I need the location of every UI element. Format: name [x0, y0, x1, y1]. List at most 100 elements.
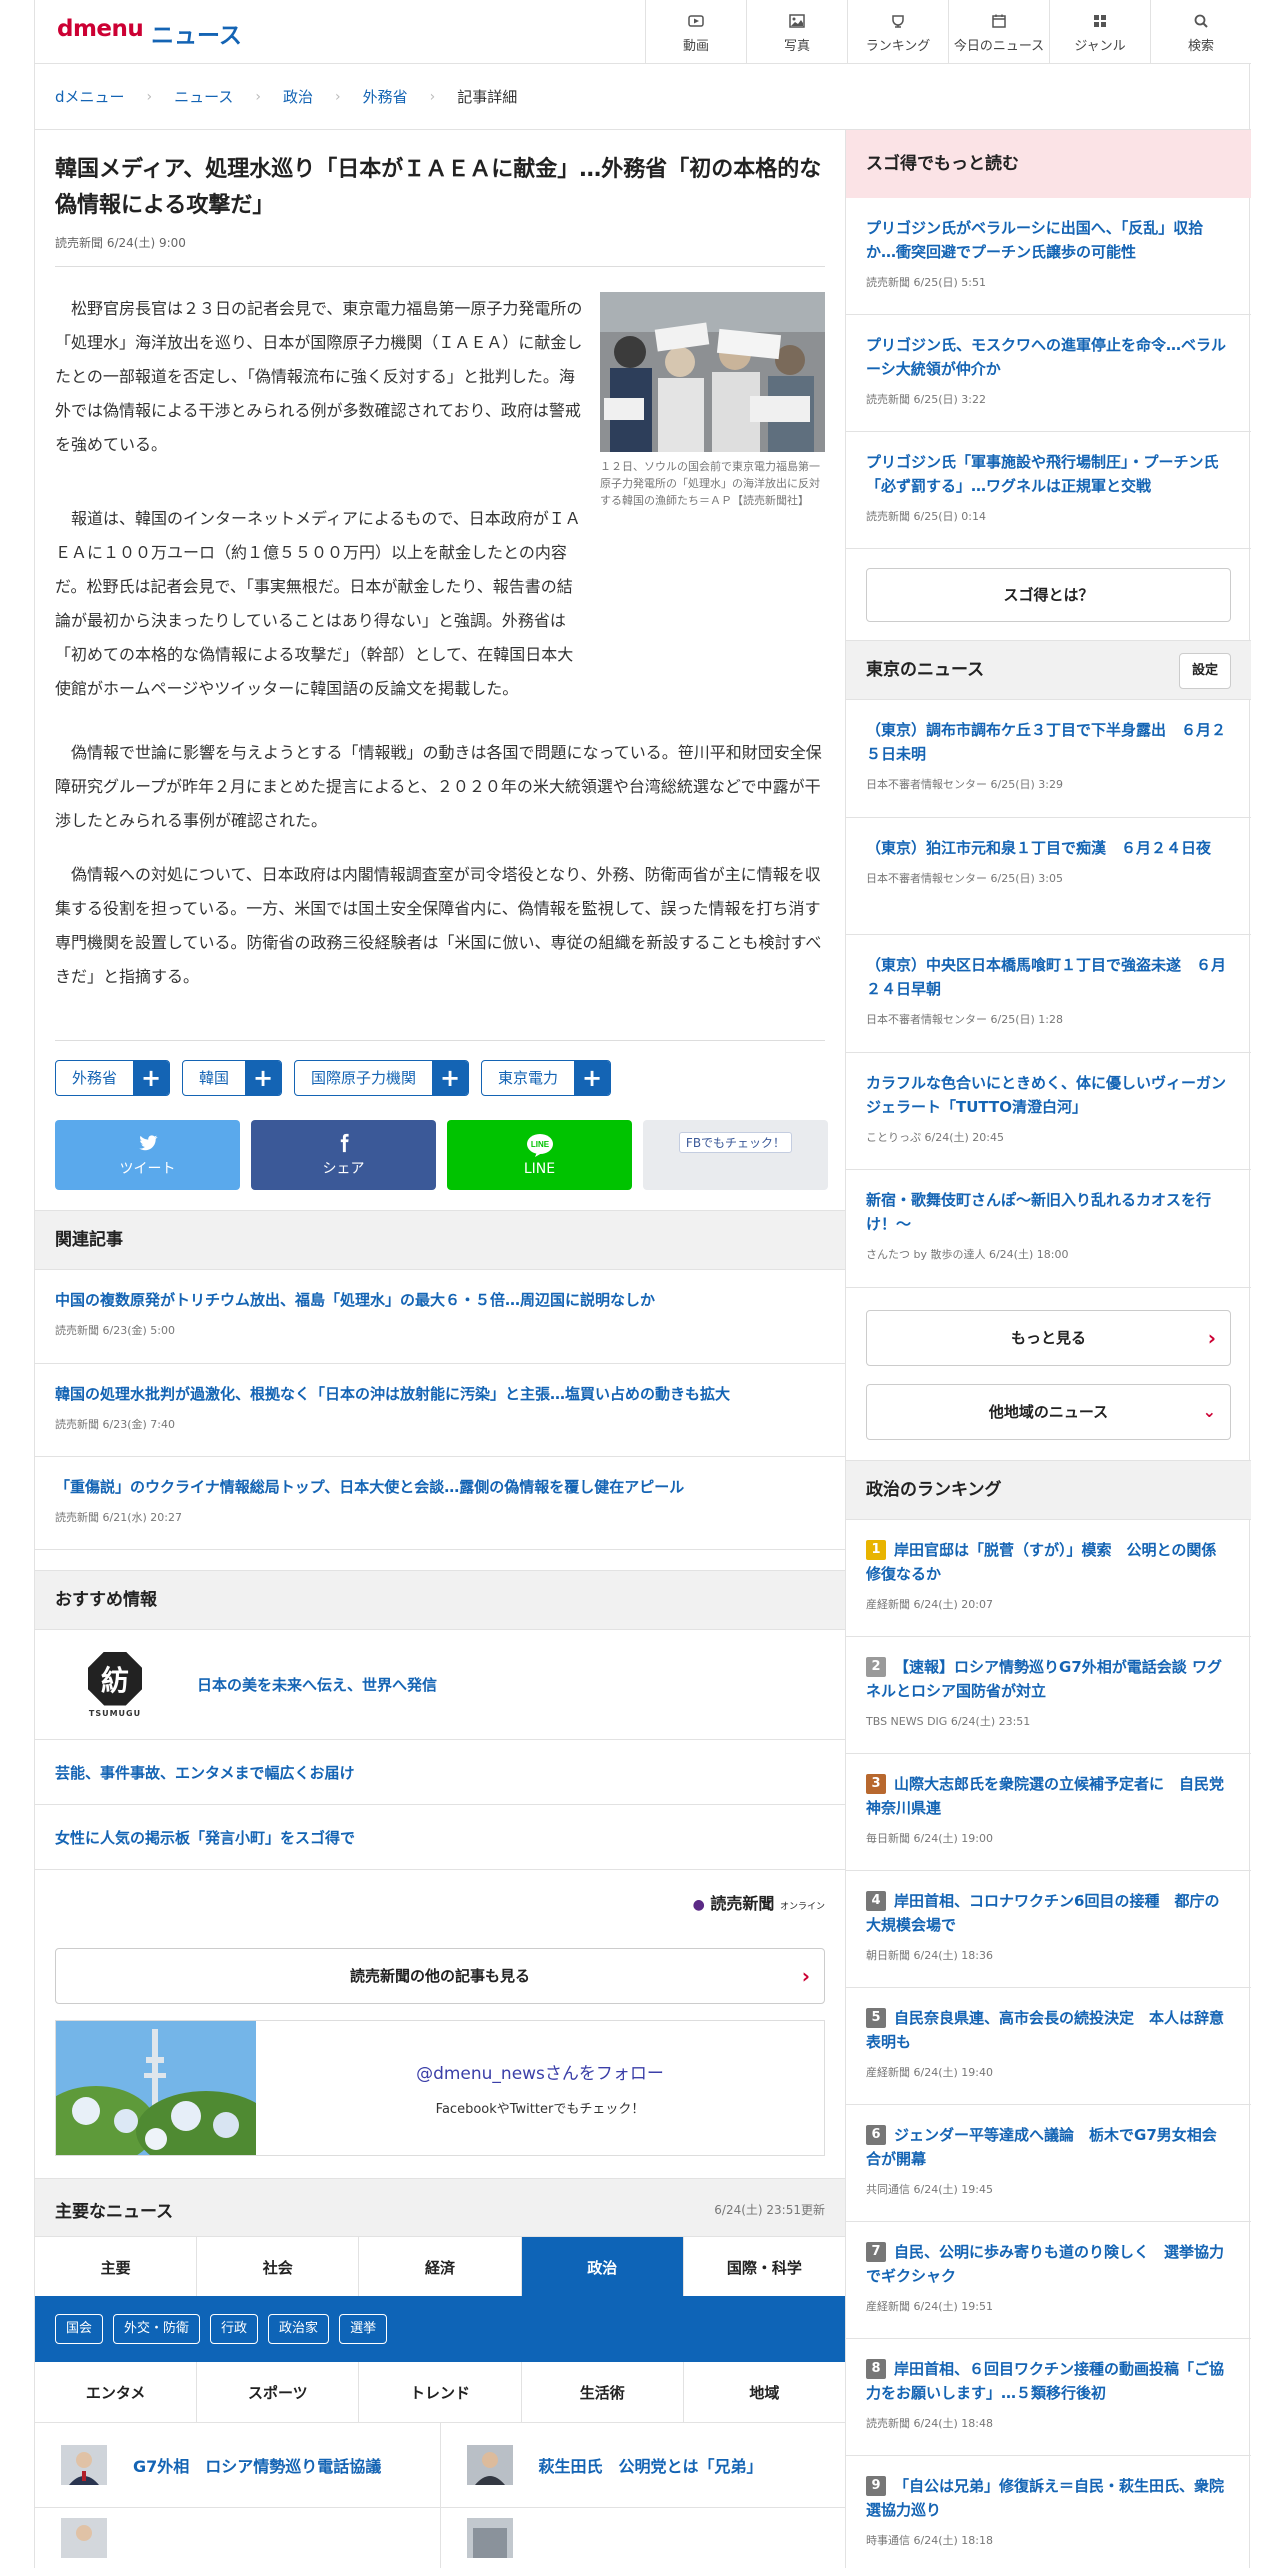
sugotoku-title[interactable]: プリゴジン氏「軍事施設や飛行場制圧」・プーチン氏「必ず罰する」…ワグネルは正規軍… — [866, 450, 1231, 498]
tokyo-news-title[interactable]: 新宿・歌舞伎町さんぽ～新旧入り乱れるカオスを行け！～ — [866, 1188, 1231, 1236]
recommend-item[interactable]: 芸能、事件事故、エンタメまで幅広くお届け — [35, 1740, 845, 1805]
site-title[interactable]: ニュース — [151, 16, 242, 50]
tokyo-news-title[interactable]: （東京）中央区日本橋馬喰町１丁目で強盗未遂 ６月２４日早朝 — [866, 953, 1231, 1001]
recommend-label[interactable]: 日本の美を未来へ伝え、世界へ発信 — [197, 1674, 437, 1695]
subtab-diet[interactable]: 国会 — [55, 2314, 104, 2344]
facebook-share-button[interactable]: シェア — [251, 1120, 436, 1190]
sugotoku-item[interactable]: プリゴジン氏、モスクワへの進軍停止を命令…ベラルーシ大統領が仲介か 読売新聞 6… — [846, 315, 1251, 432]
sugotoku-title[interactable]: プリゴジン氏がベラルーシに出国へ、「反乱」収拾か…衝突回避でプーチン氏譲歩の可能… — [866, 216, 1231, 264]
main-news-item[interactable]: G7外相 ロシア情勢巡り電話協議 — [35, 2422, 441, 2507]
tokyo-news-title[interactable]: （東京）狛江市元和泉１丁目で痴漢 ６月２４日夜 — [866, 836, 1231, 860]
ranking-title[interactable]: 6 ジェンダー平等達成へ議論 栃木でG7男女相会合が開幕 — [866, 2123, 1231, 2171]
tab-main[interactable]: 主要 — [35, 2237, 198, 2297]
ranking-title-text[interactable]: ジェンダー平等達成へ議論 栃木でG7男女相会合が開幕 — [866, 2126, 1217, 2168]
tab-region[interactable]: 地域 — [684, 2362, 845, 2422]
tab-sports[interactable]: スポーツ — [197, 2362, 360, 2422]
ranking-item[interactable]: 2 【速報】ロシア情勢巡りG7外相が電話会談 ワグネルとロシア国防省が対立 TBS … — [846, 1637, 1251, 1754]
fb-check-button[interactable]: FBでもチェック！ — [643, 1120, 828, 1190]
tweet-button[interactable]: ツイート — [55, 1120, 240, 1190]
dmenu-logo[interactable]: dmenu — [57, 16, 144, 42]
ranking-title-text[interactable]: 岸田首相、コロナワクチン6回目の接種 都庁の大規模会場で — [866, 1892, 1219, 1934]
tab-entertainment[interactable]: エンタメ — [35, 2362, 198, 2422]
main-news-title[interactable]: 萩生田氏 公明党とは「兄弟」 — [539, 2453, 763, 2477]
ranking-item[interactable]: 7 自民、公明に歩み寄りも道のり険しく 選挙協力でギクシャク 産経新聞 6/24(土… — [846, 2222, 1251, 2339]
line-share-button[interactable]: LINE LINE — [447, 1120, 632, 1190]
ranking-title[interactable]: 4 岸田首相、コロナワクチン6回目の接種 都庁の大規模会場で — [866, 1889, 1231, 1937]
ranking-title[interactable]: 5 自民奈良県連、高市会長の続投決定 本人は辞意表明も — [866, 2006, 1231, 2054]
ranking-title[interactable]: 9 「自公は兄弟」修復訴え＝自民・萩生田氏、衆院選協力巡り — [866, 2474, 1231, 2522]
tokyo-news-item[interactable]: （東京）中央区日本橋馬喰町１丁目で強盗未遂 ６月２４日早朝 日本不審者情報センタ… — [846, 935, 1251, 1053]
ranking-title[interactable]: 7 自民、公明に歩み寄りも道のり険しく 選挙協力でギクシャク — [866, 2240, 1231, 2288]
ranking-title[interactable]: 1 岸田官邸は「脱菅（すが）」模索 公明との関係修復なるか — [866, 1538, 1231, 1586]
related-item[interactable]: 中国の複数原発がトリチウム放出、福島「処理水」の最大６・５倍…周辺国に説明なしか… — [35, 1270, 845, 1364]
tab-society[interactable]: 社会 — [197, 2237, 360, 2297]
breadcrumb-news[interactable]: ニュース — [174, 86, 233, 107]
other-region-button[interactable]: 他地域のニュース ⌄ — [866, 1384, 1231, 1440]
tab-economy[interactable]: 経済 — [359, 2237, 522, 2297]
tag-iaea[interactable]: 国際原子力機関 + — [294, 1060, 470, 1096]
nav-search[interactable]: 検索 — [1150, 0, 1251, 64]
plus-icon[interactable]: + — [133, 1061, 170, 1095]
nav-video[interactable]: 動画 — [645, 0, 746, 64]
tokyo-news-item[interactable]: （東京）狛江市元和泉１丁目で痴漢 ６月２４日夜 日本不審者情報センター 6/25… — [846, 818, 1251, 935]
sugotoku-item[interactable]: プリゴジン氏がベラルーシに出国へ、「反乱」収拾か…衝突回避でプーチン氏譲歩の可能… — [846, 198, 1251, 315]
tokyo-news-title[interactable]: （東京）調布市調布ケ丘３丁目で下半身露出 ６月２５日未明 — [866, 718, 1231, 766]
tokyo-news-title[interactable]: カラフルな色合いにときめく、体に優しいヴィーガンジェラート「TUTTO清澄白河」 — [866, 1071, 1231, 1119]
plus-icon[interactable]: + — [432, 1061, 469, 1095]
ranking-item[interactable]: 5 自民奈良県連、高市会長の続投決定 本人は辞意表明も 産経新聞 6/24(土) 1… — [846, 1988, 1251, 2105]
main-news-title[interactable]: G7外相 ロシア情勢巡り電話協議 — [133, 2453, 381, 2477]
ranking-title-text[interactable]: 【速報】ロシア情勢巡りG7外相が電話会談 ワグネルとロシア国防省が対立 — [866, 1658, 1222, 1700]
ranking-item[interactable]: 6 ジェンダー平等達成へ議論 栃木でG7男女相会合が開幕 共同通信 6/24(土) … — [846, 2105, 1251, 2222]
breadcrumb-politics[interactable]: 政治 — [283, 86, 313, 107]
sugotoku-item[interactable]: プリゴジン氏「軍事施設や飛行場制圧」・プーチン氏「必ず罰する」…ワグネルは正規軍… — [846, 432, 1251, 549]
ranking-title-text[interactable]: 岸田官邸は「脱菅（すが）」模索 公明との関係修復なるか — [866, 1541, 1216, 1583]
follow-banner[interactable]: @dmenu_newsさんをフォロー FacebookやTwitterでもチェッ… — [55, 2020, 825, 2156]
subtab-politicians[interactable]: 政治家 — [268, 2314, 330, 2344]
main-news-item[interactable]: 萩生田氏 公明党とは「兄弟」 — [441, 2422, 846, 2507]
breadcrumb-mofa[interactable]: 外務省 — [363, 86, 408, 107]
tokyo-more-button[interactable]: もっと見る › — [866, 1310, 1231, 1366]
subtab-diplomacy[interactable]: 外交・防衛 — [113, 2314, 201, 2344]
ranking-item[interactable]: 8 岸田首相、６回目ワクチン接種の動画投稿「ご協力をお願いします」…５類移行後初読… — [846, 2339, 1251, 2456]
subtab-elections[interactable]: 選挙 — [339, 2314, 388, 2344]
ranking-item[interactable]: 3 山際大志郎氏を衆院選の立候補予定者に 自民党神奈川県連 毎日新聞 6/24(土)… — [846, 1754, 1251, 1871]
ranking-title-text[interactable]: 「自公は兄弟」修復訴え＝自民・萩生田氏、衆院選協力巡り — [866, 2477, 1224, 2519]
ranking-item[interactable]: 4 岸田首相、コロナワクチン6回目の接種 都庁の大規模会場で 朝日新聞 6/24(土… — [846, 1871, 1251, 1988]
nav-genre[interactable]: ジャンル — [1049, 0, 1150, 64]
tokyo-news-item[interactable]: （東京）調布市調布ケ丘３丁目で下半身露出 ６月２５日未明 日本不審者情報センター… — [846, 700, 1251, 818]
ranking-title-text[interactable]: 自民、公明に歩み寄りも道のり険しく 選挙協力でギクシャク — [866, 2243, 1224, 2285]
tab-politics[interactable]: 政治 — [521, 2237, 684, 2297]
subtab-administration[interactable]: 行政 — [210, 2314, 259, 2344]
nav-photo[interactable]: 写真 — [746, 0, 847, 64]
recommend-label[interactable]: 芸能、事件事故、エンタメまで幅広くお届け — [55, 1762, 355, 1783]
related-title[interactable]: 中国の複数原発がトリチウム放出、福島「処理水」の最大６・５倍…周辺国に説明なしか — [55, 1288, 825, 1312]
plus-icon[interactable]: + — [245, 1061, 282, 1095]
tag-tepco[interactable]: 東京電力 + — [481, 1060, 612, 1096]
ranking-title-text[interactable]: 岸田首相、６回目ワクチン接種の動画投稿「ご協力をお願いします」…５類移行後初 — [866, 2360, 1224, 2402]
related-title[interactable]: 「重傷説」のウクライナ情報総局トップ、日本大使と会談…露側の偽情報を覆し健在アピ… — [55, 1475, 825, 1499]
ranking-title[interactable]: 3 山際大志郎氏を衆院選の立候補予定者に 自民党神奈川県連 — [866, 1772, 1231, 1820]
related-item[interactable]: 「重傷説」のウクライナ情報総局トップ、日本大使と会談…露側の偽情報を覆し健在アピ… — [35, 1457, 845, 1550]
sugotoku-what-button[interactable]: スゴ得とは？ — [866, 568, 1231, 622]
ranking-title-text[interactable]: 山際大志郎氏を衆院選の立候補予定者に 自民党神奈川県連 — [866, 1775, 1224, 1817]
ranking-title[interactable]: 2 【速報】ロシア情勢巡りG7外相が電話会談 ワグネルとロシア国防省が対立 — [866, 1655, 1231, 1703]
tab-lifestyle[interactable]: 生活術 — [522, 2362, 684, 2422]
tokyo-news-item[interactable]: カラフルな色合いにときめく、体に優しいヴィーガンジェラート「TUTTO清澄白河」… — [846, 1053, 1251, 1170]
article-photo[interactable] — [600, 292, 825, 452]
nav-ranking[interactable]: ランキング — [847, 0, 948, 64]
ranking-title-text[interactable]: 自民奈良県連、高市会長の続投決定 本人は辞意表明も — [866, 2009, 1224, 2051]
tokyo-news-item[interactable]: 新宿・歌舞伎町さんぽ～新旧入り乱れるカオスを行け！～ さんたつ by 散歩の達人… — [846, 1170, 1251, 1288]
plus-icon[interactable]: + — [574, 1061, 611, 1095]
yomiuri-more-button[interactable]: 読売新聞の他の記事も見る › — [55, 1948, 825, 2004]
recommend-item[interactable]: 女性に人気の掲示板「発言小町」をスゴ得で — [35, 1805, 845, 1870]
related-title[interactable]: 韓国の処理水批判が過激化、根拠なく「日本の沖は放射能に汚染」と主張…塩買い占めの… — [55, 1382, 825, 1406]
ranking-item[interactable]: 9 「自公は兄弟」修復訴え＝自民・萩生田氏、衆院選協力巡り 時事通信 6/24(土)… — [846, 2456, 1251, 2568]
nav-today[interactable]: 今日のニュース — [948, 0, 1049, 64]
tab-trend[interactable]: トレンド — [359, 2362, 522, 2422]
tokyo-settings-button[interactable]: 設定 — [1179, 653, 1231, 689]
ranking-item[interactable]: 1 岸田官邸は「脱菅（すが）」模索 公明との関係修復なるか 産経新聞 6/24(土)… — [846, 1520, 1251, 1637]
tag-mofa[interactable]: 外務省 + — [55, 1060, 171, 1096]
recommend-item[interactable]: 紡 TSUMUGU 日本の美を未来へ伝え、世界へ発信 — [35, 1630, 845, 1740]
ranking-title[interactable]: 8 岸田首相、６回目ワクチン接種の動画投稿「ご協力をお願いします」…５類移行後初 — [866, 2357, 1231, 2405]
tag-korea[interactable]: 韓国 + — [182, 1060, 283, 1096]
